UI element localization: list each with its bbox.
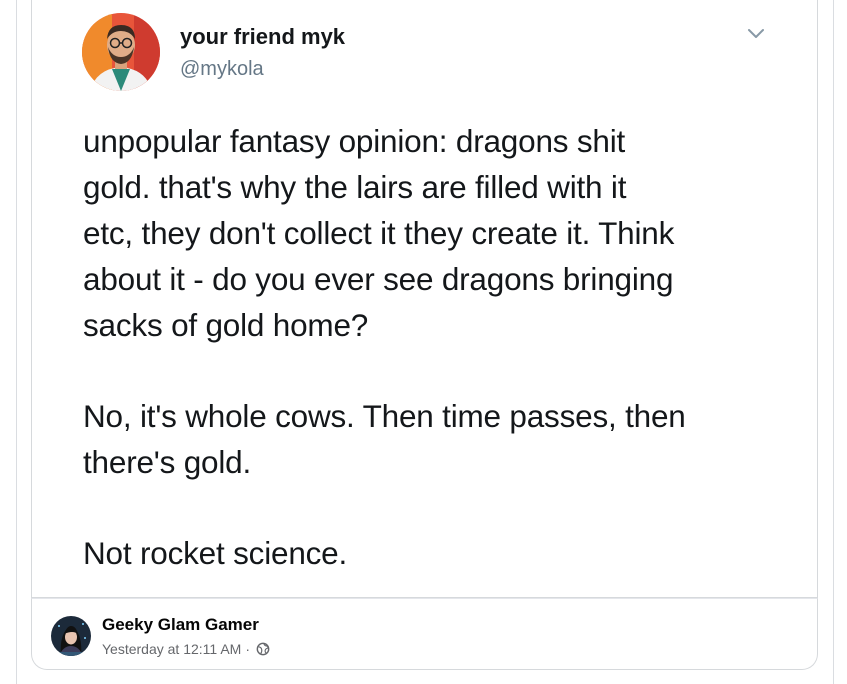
- tweet-screenshot: your friend myk @mykola unpopular fantas…: [31, 0, 818, 598]
- globe-icon[interactable]: [256, 642, 270, 656]
- post-attribution: Geeky Glam Gamer Yesterday at 12:11 AM ·: [31, 598, 818, 670]
- tweet-paragraph: Not rocket science.: [83, 535, 348, 571]
- post-meta: Yesterday at 12:11 AM ·: [102, 641, 270, 657]
- tweet-author-avatar: [82, 13, 160, 91]
- meta-separator: ·: [245, 641, 250, 657]
- page-name-link[interactable]: Geeky Glam Gamer: [102, 615, 259, 635]
- chevron-down-icon[interactable]: [745, 24, 767, 44]
- post-timestamp[interactable]: Yesterday at 12:11 AM: [102, 641, 241, 657]
- tweet-handle[interactable]: @mykola: [180, 58, 264, 81]
- tweet-body: unpopular fantasy opinion: dragons shit …: [83, 118, 803, 576]
- tweet-paragraph: No, it's whole cows. Then time passes, t…: [83, 398, 686, 480]
- page-avatar[interactable]: [51, 616, 91, 656]
- tweet-paragraph: unpopular fantasy opinion: dragons shit …: [83, 123, 675, 343]
- tweet-display-name[interactable]: your friend myk: [180, 24, 345, 50]
